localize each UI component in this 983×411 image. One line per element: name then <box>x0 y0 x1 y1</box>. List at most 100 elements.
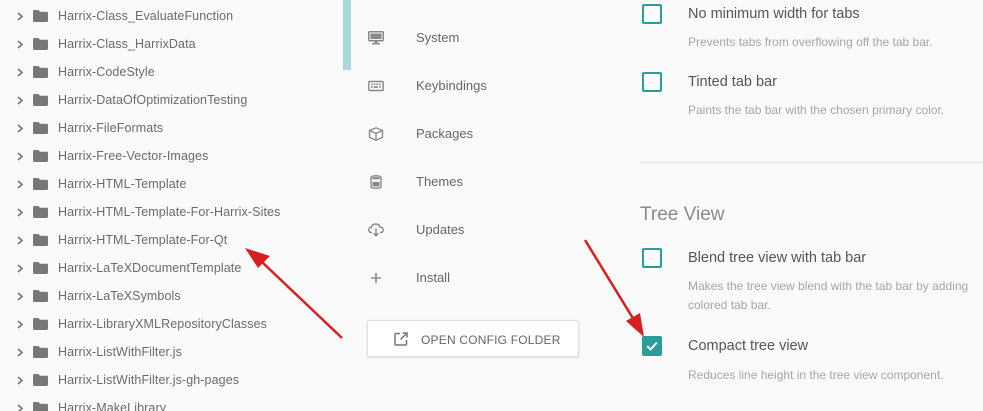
folder-icon <box>33 178 48 190</box>
folder-icon <box>33 374 48 386</box>
tree-item[interactable]: Harrix-HTML-Template <box>0 170 345 198</box>
chevron-right-icon[interactable] <box>16 95 24 105</box>
monitor-icon <box>368 31 384 45</box>
tree-item[interactable]: Harrix-LaTeXSymbols <box>0 282 345 310</box>
setting-title: Blend tree view with tab bar <box>688 250 867 266</box>
setting-description: Reduces line height in the tree view com… <box>688 368 944 382</box>
chevron-right-icon[interactable] <box>16 403 24 411</box>
tree-scrollbar[interactable] <box>343 0 351 70</box>
tree-item-label: Harrix-DataOfOptimizationTesting <box>58 93 248 107</box>
folder-icon <box>33 10 48 22</box>
tree-item-label: Harrix-Class_HarrixData <box>58 37 196 51</box>
chevron-right-icon[interactable] <box>16 123 24 133</box>
package-icon <box>368 127 384 141</box>
blend-tree-view-checkbox[interactable] <box>642 248 662 268</box>
nav-item-keybindings[interactable]: Keybindings <box>351 62 601 110</box>
chevron-right-icon[interactable] <box>16 319 24 329</box>
folder-icon <box>33 206 48 218</box>
tree-item-label: Harrix-LaTeXSymbols <box>58 289 181 303</box>
tree-item-label: Harrix-ListWithFilter.js <box>58 345 182 359</box>
chevron-right-icon[interactable] <box>16 39 24 49</box>
nav-item-install[interactable]: Install <box>351 254 601 302</box>
tree-item-label: Harrix-Free-Vector-Images <box>58 149 209 163</box>
tree-item[interactable]: Harrix-Free-Vector-Images <box>0 142 345 170</box>
chevron-right-icon[interactable] <box>16 263 24 273</box>
tree-item[interactable]: Harrix-ListWithFilter.js <box>0 338 345 366</box>
tree-item[interactable]: Harrix-HTML-Template-For-Harrix-Sites <box>0 198 345 226</box>
nav-item-label: Updates <box>416 222 465 237</box>
tree-item[interactable]: Harrix-Class_HarrixData <box>0 30 345 58</box>
chevron-right-icon[interactable] <box>16 291 24 301</box>
folder-icon <box>33 122 48 134</box>
chevron-right-icon[interactable] <box>16 207 24 217</box>
chevron-right-icon[interactable] <box>16 67 24 77</box>
chevron-right-icon[interactable] <box>16 347 24 357</box>
tree-item-label: Harrix-FileFormats <box>58 121 164 135</box>
tree-item-label: Harrix-HTML-Template-For-Harrix-Sites <box>58 205 281 219</box>
chevron-right-icon[interactable] <box>16 375 24 385</box>
cloud-download-icon <box>368 223 384 237</box>
tree-item-label: Harrix-Class_EvaluateFunction <box>58 9 234 23</box>
nav-item-label: System <box>416 30 460 45</box>
folder-icon <box>33 290 48 302</box>
chevron-right-icon[interactable] <box>16 151 24 161</box>
tree-item-label: Harrix-HTML-Template-For-Qt <box>58 233 228 247</box>
tree-item[interactable]: Harrix-CodeStyle <box>0 58 345 86</box>
folder-icon <box>33 38 48 50</box>
chevron-right-icon[interactable] <box>16 11 24 21</box>
tree-item[interactable]: Harrix-DataOfOptimizationTesting <box>0 86 345 114</box>
setting-title: Compact tree view <box>688 338 809 354</box>
open-config-folder-button[interactable]: OPEN CONFIG FOLDER <box>367 320 579 357</box>
nav-item-label: Packages <box>416 126 474 141</box>
settings-content: No minimum width for tabs Prevents tabs … <box>601 0 983 411</box>
nav-item-packages[interactable]: Packages <box>351 110 601 158</box>
tree-item[interactable]: Harrix-LaTeXDocumentTemplate <box>0 254 345 282</box>
folder-icon <box>33 234 48 246</box>
nav-item-updates[interactable]: Updates <box>351 206 601 254</box>
paint-bucket-icon <box>368 175 384 189</box>
tree-item[interactable]: Harrix-Class_EvaluateFunction <box>0 2 345 30</box>
setting-title: No minimum width for tabs <box>688 6 860 22</box>
tree-item-label: Harrix-MakeLibrary <box>58 401 167 411</box>
setting-description: Prevents tabs from overflowing off the t… <box>688 35 933 49</box>
plus-icon <box>368 271 384 285</box>
nav-item-system[interactable]: System <box>351 14 601 62</box>
tinted-tab-bar-checkbox[interactable] <box>642 72 662 92</box>
folder-icon <box>33 402 48 411</box>
tree-item-label: Harrix-ListWithFilter.js-gh-pages <box>58 373 240 387</box>
tree-item[interactable]: Harrix-FileFormats <box>0 114 345 142</box>
no-min-width-tabs-checkbox[interactable] <box>642 4 662 24</box>
setting-title: Tinted tab bar <box>688 74 777 90</box>
folder-icon <box>33 346 48 358</box>
nav-item-label: Keybindings <box>416 78 487 93</box>
compact-tree-view-checkbox[interactable] <box>642 336 662 356</box>
folder-icon <box>33 318 48 330</box>
chevron-right-icon[interactable] <box>16 179 24 189</box>
tree-item-label: Harrix-LibraryXMLRepositoryClasses <box>58 317 268 331</box>
settings-nav: System Keybindings Packages Themes Updat… <box>351 0 601 411</box>
project-tree-panel: Harrix-Class_EvaluateFunction Harrix-Cla… <box>0 0 345 411</box>
tree-item-label: Harrix-LaTeXDocumentTemplate <box>58 261 242 275</box>
tree-item[interactable]: Harrix-LibraryXMLRepositoryClasses <box>0 310 345 338</box>
setting-description: colored tab bar. <box>688 298 771 312</box>
folder-icon <box>33 94 48 106</box>
nav-item-label: Themes <box>416 174 463 189</box>
tree-item[interactable]: Harrix-MakeLibrary <box>0 394 345 411</box>
section-divider <box>640 162 983 163</box>
nav-item-themes[interactable]: Themes <box>351 158 601 206</box>
tree-item-label: Harrix-CodeStyle <box>58 65 155 79</box>
folder-icon <box>33 66 48 78</box>
tree-item[interactable]: Harrix-HTML-Template-For-Qt <box>0 226 345 254</box>
tree-item[interactable]: Harrix-ListWithFilter.js-gh-pages <box>0 366 345 394</box>
folder-icon <box>33 262 48 274</box>
setting-description: Makes the tree view blend with the tab b… <box>688 279 969 293</box>
keyboard-icon <box>368 79 384 93</box>
tree-item-label: Harrix-HTML-Template <box>58 177 187 191</box>
folder-icon <box>33 150 48 162</box>
section-title-tree-view: Tree View <box>640 204 725 225</box>
checkmark-icon <box>646 341 658 351</box>
setting-description: Paints the tab bar with the chosen prima… <box>688 103 945 117</box>
external-link-icon <box>394 332 408 346</box>
nav-item-label: Install <box>416 270 450 285</box>
chevron-right-icon[interactable] <box>16 235 24 245</box>
